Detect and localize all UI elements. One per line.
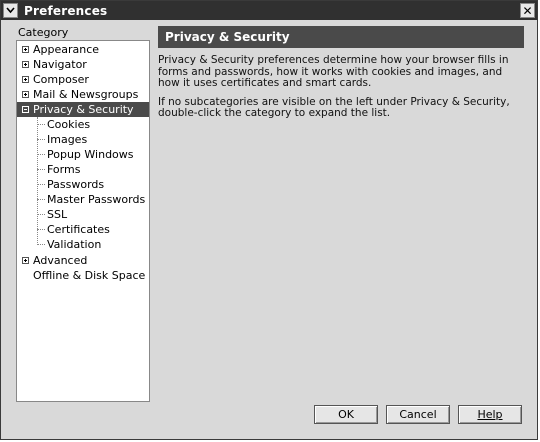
hint-paragraph: If no subcategories are visible on the l… <box>158 95 510 119</box>
help-button-label: Help <box>477 408 503 421</box>
tree-item-navigator[interactable]: Navigator <box>17 57 149 72</box>
tree-item-label: Appearance <box>33 43 100 56</box>
ok-button-label: OK <box>338 408 354 421</box>
tree-branch-line <box>37 244 45 246</box>
expand-plus-icon[interactable] <box>22 257 29 264</box>
tree-branch-line <box>37 214 45 216</box>
tree-item-label: Offline & Disk Space <box>33 269 146 282</box>
tree-item-images[interactable]: Images <box>17 132 149 147</box>
collapse-minus-icon[interactable] <box>22 106 29 113</box>
tree-item-label: Navigator <box>33 58 87 71</box>
ok-button[interactable]: OK <box>314 405 378 424</box>
chevron-down-icon <box>6 7 15 14</box>
tree-item-label: Composer <box>33 73 89 86</box>
tree-item-privacy-security[interactable]: Privacy & Security <box>17 102 149 117</box>
close-icon: ✕ <box>522 3 533 18</box>
tree-item-label: Cookies <box>47 118 91 131</box>
category-label: Category <box>18 26 69 39</box>
tree-item-label: Mail & Newsgroups <box>33 88 139 101</box>
expand-plus-icon[interactable] <box>22 76 29 83</box>
cancel-button[interactable]: Cancel <box>386 405 450 424</box>
window-menu-button[interactable] <box>3 3 18 18</box>
tree-item-label: Certificates <box>47 223 110 236</box>
tree-item-popup-windows[interactable]: Popup Windows <box>17 147 149 162</box>
section-header: Privacy & Security <box>158 26 524 48</box>
tree-branch-line <box>37 139 45 141</box>
category-tree[interactable]: Appearance Navigator Composer Mail & New… <box>16 40 150 402</box>
close-button[interactable]: ✕ <box>520 3 535 18</box>
title-bar[interactable]: Preferences ✕ <box>1 1 537 20</box>
tree-item-label: Forms <box>47 163 81 176</box>
tree-item-label: Validation <box>47 238 102 251</box>
content-panel: Privacy & Security Privacy & Security pr… <box>158 26 524 120</box>
tree-item-validation[interactable]: Validation <box>17 237 149 252</box>
tree-item-label: Master Passwords <box>47 193 146 206</box>
tree-item-certificates[interactable]: Certificates <box>17 222 149 237</box>
tree-item-label: Privacy & Security <box>33 103 134 116</box>
expand-plus-icon[interactable] <box>22 91 29 98</box>
description-paragraph: Privacy & Security preferences determine… <box>158 54 509 89</box>
tree-item-passwords[interactable]: Passwords <box>17 177 149 192</box>
tree-item-label: Images <box>47 133 88 146</box>
section-title: Privacy & Security <box>165 30 290 44</box>
tree-item-advanced[interactable]: Advanced <box>17 253 149 268</box>
tree-item-appearance[interactable]: Appearance <box>17 42 149 57</box>
tree-item-composer[interactable]: Composer <box>17 72 149 87</box>
tree-item-master-passwords[interactable]: Master Passwords <box>17 192 149 207</box>
tree-branch-line <box>37 169 45 171</box>
tree-item-label: Popup Windows <box>47 148 134 161</box>
tree-branch-line <box>37 229 45 231</box>
cancel-button-label: Cancel <box>399 408 437 421</box>
tree-item-offline-disk-space[interactable]: Offline & Disk Space <box>17 268 149 283</box>
tree-item-mail-newsgroups[interactable]: Mail & Newsgroups <box>17 87 149 102</box>
tree-branch-line <box>37 154 45 156</box>
tree-item-label: SSL <box>47 208 68 221</box>
tree-branch-line <box>37 184 45 186</box>
help-button[interactable]: Help <box>458 405 522 424</box>
tree-item-ssl[interactable]: SSL <box>17 207 149 222</box>
window-title: Preferences <box>24 3 108 18</box>
expand-plus-icon[interactable] <box>22 61 29 68</box>
expand-plus-icon[interactable] <box>22 46 29 53</box>
tree-item-label: Passwords <box>47 178 105 191</box>
tree-branch-line <box>37 199 45 201</box>
tree-item-label: Advanced <box>33 254 88 267</box>
tree-item-forms[interactable]: Forms <box>17 162 149 177</box>
tree-branch-line <box>37 124 45 126</box>
preferences-window: Preferences ✕ Category Appearance Naviga… <box>0 0 538 440</box>
tree-item-cookies[interactable]: Cookies <box>17 117 149 132</box>
